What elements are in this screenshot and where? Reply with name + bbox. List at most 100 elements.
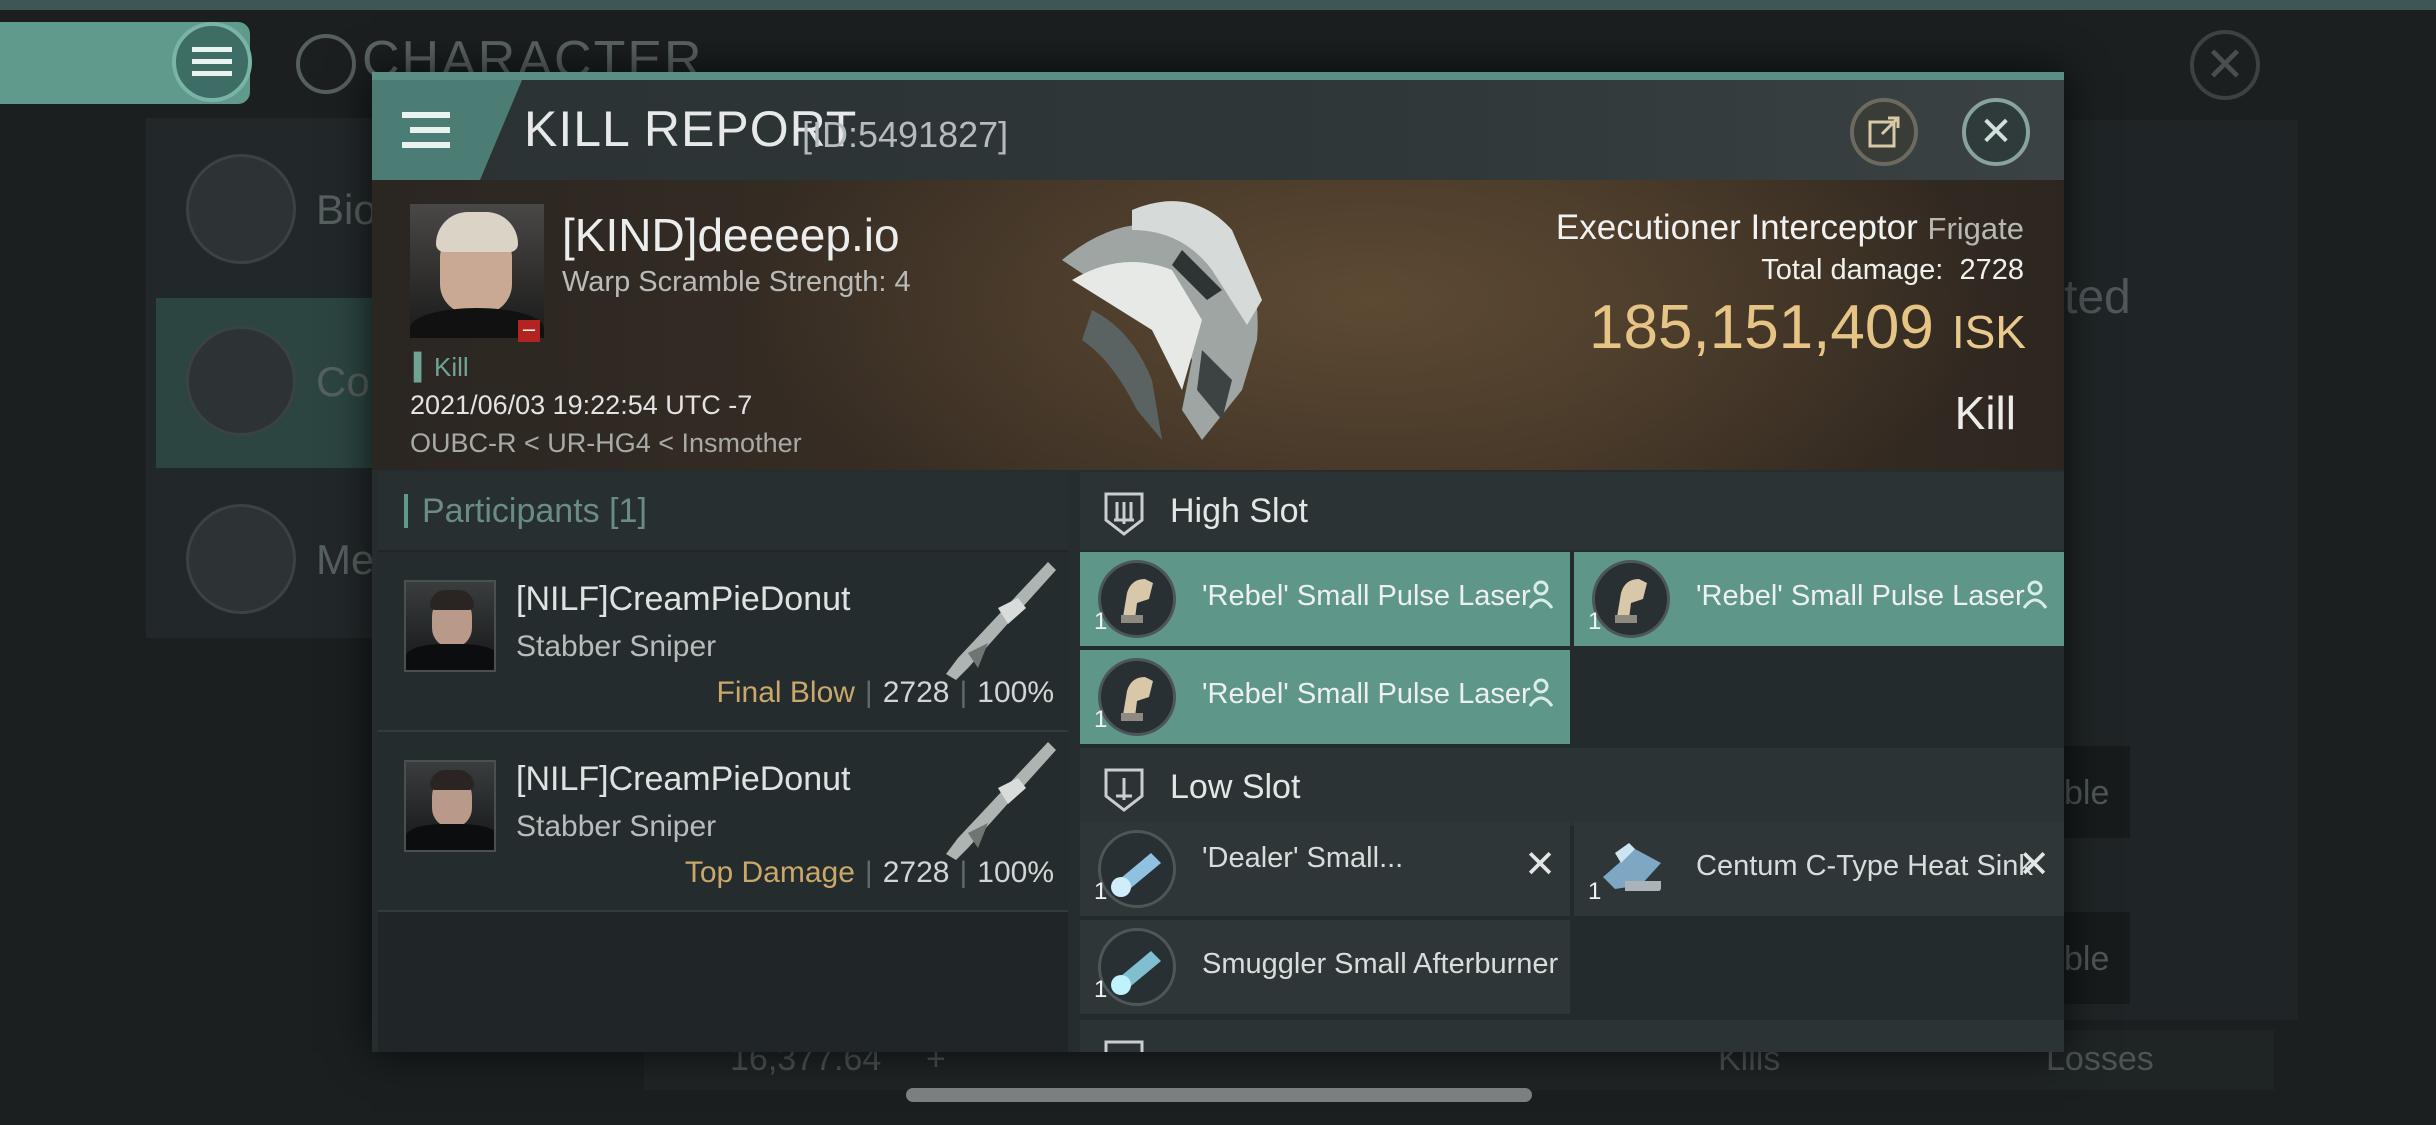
participant-ship: Stabber Sniper: [516, 810, 717, 843]
background-close-icon: ✕: [2190, 30, 2260, 100]
weapon-icon: [946, 562, 1056, 680]
low-slot-title: Low Slot: [1170, 768, 1301, 806]
ship-name: Executioner Interceptor: [1555, 208, 1918, 247]
person-icon: [1528, 580, 1554, 609]
isk-unit: ISK: [1951, 306, 2026, 358]
participant-damage: 2728: [882, 676, 950, 709]
high-slot-title: High Slot: [1170, 492, 1308, 530]
background-right-text: ted: [2064, 271, 2131, 324]
participant-stats: Top Damage | 2728 | 100%: [684, 856, 1054, 889]
kill-tag-label: Kill: [434, 352, 469, 382]
header-menu-button[interactable]: [372, 80, 522, 180]
participant-role: Final Blow: [716, 676, 855, 709]
module-name: 'Rebel' Small Pulse Laser: [1202, 678, 1531, 710]
total-damage-value: 2728: [1959, 254, 2024, 286]
mid-slot-header: [1080, 1020, 2064, 1052]
background-right-panel: [2060, 120, 2298, 1020]
person-icon: [2022, 580, 2048, 609]
module-quantity: 1: [1094, 976, 1108, 1003]
heat-sink-icon: [1592, 830, 1670, 908]
kill-datetime: 2021/06/03 19:22:54 UTC -7: [410, 390, 753, 420]
ship-image[interactable]: [1032, 190, 1292, 460]
module-item[interactable]: 1 Smuggler Small Afterburner: [1080, 920, 1570, 1014]
background-nav-label: Co: [316, 358, 370, 405]
module-name: Centum C-Type Heat Sink: [1696, 850, 2033, 882]
module-name: Smuggler Small Afterburner: [1202, 948, 1559, 980]
hamburger-icon: [402, 112, 450, 148]
character-icon: [296, 34, 356, 94]
module-quantity: 1: [1094, 608, 1108, 635]
destroyed-x-icon: ✕: [1524, 844, 1556, 886]
participants-title: Participants [1]: [422, 492, 647, 531]
fitting-panel: High Slot 1 'Rebel' Small Pulse Laser 1 …: [1080, 472, 2064, 1052]
participant-portrait: [404, 760, 496, 852]
high-slot-header: High Slot: [1080, 472, 2064, 550]
home-indicator[interactable]: [906, 1088, 1532, 1102]
module-name: 'Dealer' Small...: [1202, 842, 1404, 874]
list-icon: [186, 154, 296, 264]
participant-percent: 100%: [977, 676, 1054, 709]
participants-header: Participants [1]: [378, 472, 1068, 550]
share-icon: [1868, 116, 1900, 148]
background-nav-label: Bio: [316, 186, 377, 233]
participant-row[interactable]: [NILF]CreamPieDonut Stabber Sniper Top D…: [378, 732, 1068, 912]
weapon-icon: [946, 742, 1056, 860]
ship-class: Frigate: [1927, 211, 2024, 246]
total-damage-label: Total damage:: [1761, 254, 1944, 286]
participant-portrait: [404, 580, 496, 672]
kill-location: OUBC-R < UR-HG4 < Insmother: [410, 428, 802, 458]
mid-slot-icon: [1104, 1040, 1144, 1052]
background-button-label: ble: [2064, 774, 2110, 812]
module-item[interactable]: 1 'Rebel' Small Pulse Laser: [1574, 552, 2064, 646]
share-button[interactable]: [1850, 98, 1918, 166]
kill-result: Kill: [1954, 387, 2016, 439]
participant-name: [NILF]CreamPieDonut: [516, 580, 851, 618]
close-button[interactable]: ✕: [1962, 98, 2030, 166]
warp-scramble-strength: Warp Scramble Strength: 4: [562, 266, 911, 298]
top-edge: [0, 0, 2436, 10]
module-item[interactable]: 1 'Rebel' Small Pulse Laser: [1080, 552, 1570, 646]
pulse-laser-icon: [1098, 560, 1176, 638]
participants-panel: Participants [1] [NILF]CreamPieDonut Sta…: [378, 472, 1068, 1052]
thruster-icon: [1098, 830, 1176, 908]
background-button-label: ble: [2064, 940, 2110, 978]
module-quantity: 1: [1094, 706, 1108, 733]
crossed-swords-icon: [186, 326, 296, 436]
pulse-laser-icon: [1098, 658, 1176, 736]
destroyed-badge-icon: –: [518, 318, 540, 342]
ship-name-line[interactable]: Executioner Interceptor Frigate: [1556, 208, 2024, 248]
total-damage: Total damage: 2728: [1761, 254, 2024, 287]
participant-name: [NILF]CreamPieDonut: [516, 760, 851, 798]
star-icon: [186, 504, 296, 614]
module-item[interactable]: 1 Centum C-Type Heat Sink ✕: [1574, 822, 2064, 916]
close-icon: ✕: [1979, 110, 2013, 154]
afterburner-icon: [1098, 928, 1176, 1006]
portrait-hair: [430, 590, 474, 610]
module-name: 'Rebel' Small Pulse Laser: [1202, 580, 1531, 612]
participant-percent: 100%: [977, 856, 1054, 889]
module-item[interactable]: 1 'Rebel' Small Pulse Laser: [1080, 650, 1570, 744]
portrait-hair: [430, 770, 474, 790]
low-slot-icon: [1104, 768, 1144, 812]
person-icon: [1528, 678, 1554, 707]
participants-label: Participants: [422, 492, 600, 530]
kill-report-modal: KILL REPORT [ID:5491827] ✕ – [KIND]deeee…: [372, 72, 2064, 1052]
participant-stats: Final Blow | 2728 | 100%: [716, 676, 1054, 709]
victim-banner: – [KIND]deeeep.io Warp Scramble Strength…: [372, 180, 2064, 470]
hamburger-icon: [192, 47, 232, 76]
module-quantity: 1: [1588, 878, 1602, 905]
background-nav-label: Me: [316, 536, 375, 583]
participant-row[interactable]: [NILF]CreamPieDonut Stabber Sniper Final…: [378, 552, 1068, 732]
module-quantity: 1: [1588, 608, 1602, 635]
module-item[interactable]: 1 'Dealer' Small... ✕: [1080, 822, 1570, 916]
participant-damage: 2728: [882, 856, 950, 889]
victim-name[interactable]: [KIND]deeeep.io: [562, 208, 900, 262]
participants-accent: [404, 494, 408, 528]
module-quantity: 1: [1094, 878, 1108, 905]
participants-count: [1]: [609, 492, 647, 530]
background-menu-button: [172, 22, 252, 102]
destroyed-x-icon: ✕: [2018, 844, 2050, 886]
portrait-body: [406, 824, 494, 850]
isk-value: 185,151,409: [1589, 293, 1934, 362]
modal-header: KILL REPORT [ID:5491827] ✕: [372, 80, 2064, 180]
